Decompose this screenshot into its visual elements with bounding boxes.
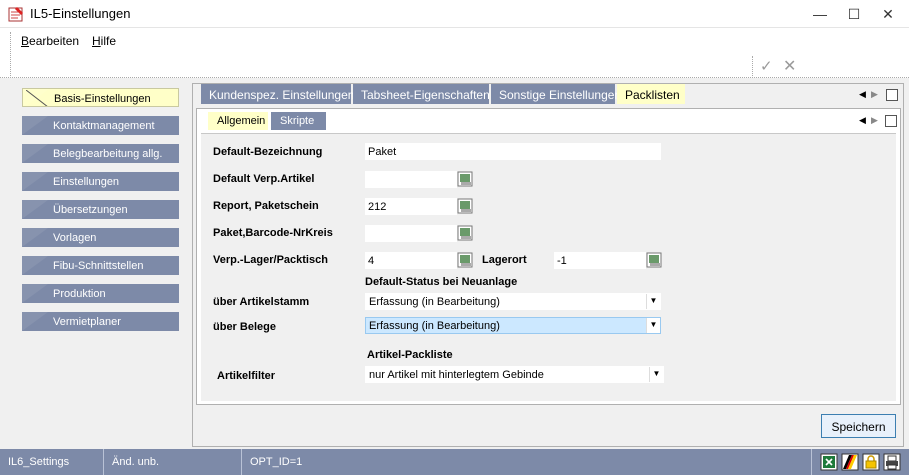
label-artikelfilter: Artikelfilter: [217, 370, 276, 382]
check-icon[interactable]: ✓: [760, 57, 773, 75]
input-default-bezeichnung[interactable]: [365, 143, 661, 160]
select-ueber-artikelstamm[interactable]: Erfassung (in Bearbeitung) ▼: [365, 293, 661, 310]
sidebar-item-basis-einstellungen[interactable]: Basis-Einstellungen: [22, 88, 179, 107]
label-lagerort: Lagerort: [482, 254, 527, 266]
tab-content: Allgemein Skripte ◀ ▶ Default-Bezeichnun…: [196, 108, 901, 405]
label-ueber-artikelstamm: über Artikelstamm: [213, 296, 310, 308]
form-area: Default-Bezeichnung Default Verp.Artikel…: [201, 133, 896, 401]
subtab-menu-icon[interactable]: [885, 115, 897, 127]
sidebar-item-vorlagen[interactable]: Vorlagen: [22, 228, 179, 247]
sidebar-item-fibu-schnittstellen[interactable]: Fibu-Schnittstellen: [22, 256, 179, 275]
input-default-verp-artikel[interactable]: [365, 171, 457, 188]
tab-sonstige[interactable]: Sonstige Einstellungen: [491, 84, 621, 104]
tab-skripte[interactable]: Skripte: [271, 112, 326, 130]
input-verp-lager[interactable]: [365, 252, 457, 269]
tab-packlisten[interactable]: Packlisten: [617, 84, 685, 104]
menu-hilfe[interactable]: Hilfe: [92, 34, 116, 48]
label-report-paketschein: Report, Paketschein: [213, 200, 319, 212]
subtab-scroll-left-icon[interactable]: ◀: [859, 115, 866, 126]
tab-scroll-left-icon[interactable]: ◀: [859, 89, 866, 100]
label-default-bezeichnung: Default-Bezeichnung: [213, 146, 323, 158]
picker-icon[interactable]: [457, 171, 473, 187]
dropdown-arrow-icon[interactable]: ▼: [646, 294, 660, 309]
tab-allgemein[interactable]: Allgemein: [208, 112, 268, 130]
input-paket-barcode[interactable]: [365, 225, 457, 242]
heading-default-status: Default-Status bei Neuanlage: [365, 276, 518, 288]
window-title: IL5-Einstellungen: [30, 6, 131, 21]
menu-grip: [10, 32, 11, 76]
tab-scroll-right-icon[interactable]: ▶: [871, 89, 878, 100]
select-artikelfilter[interactable]: nur Artikel mit hinterlegtem Gebinde ▼: [365, 366, 664, 383]
dropdown-arrow-icon[interactable]: ▼: [646, 318, 660, 333]
app-icon: [8, 7, 23, 22]
excel-icon[interactable]: [820, 453, 838, 471]
status-changed: Änd. unb.: [104, 449, 242, 475]
sidebar-item-einstellungen[interactable]: Einstellungen: [22, 172, 179, 191]
sidebar-item-belegbearbeitung[interactable]: Belegbearbeitung allg.: [22, 144, 179, 163]
tab-kundenspez[interactable]: Kundenspez. Einstellungen: [201, 84, 354, 104]
dropdown-arrow-icon[interactable]: ▼: [649, 367, 663, 382]
status-settings: IL6_Settings: [0, 449, 104, 475]
input-lagerort[interactable]: [554, 252, 646, 269]
cancel-icon[interactable]: ✕: [783, 56, 796, 76]
maximize-icon[interactable]: ☐: [837, 0, 871, 28]
lock-icon[interactable]: [862, 453, 880, 471]
toolbar: ✓ ✕: [0, 54, 909, 78]
label-verp-lager: Verp.-Lager/Packtisch: [213, 254, 328, 266]
label-paket-barcode: Paket,Barcode-NrKreis: [213, 227, 333, 239]
close-icon[interactable]: ✕: [871, 0, 905, 28]
picker-icon[interactable]: [646, 252, 662, 268]
main-panel: Kundenspez. Einstellungen Tabsheet-Eigen…: [192, 83, 904, 447]
label-ueber-belege: über Belege: [213, 321, 276, 333]
subtab-scroll-right-icon[interactable]: ▶: [871, 115, 878, 126]
toolbar-separator: [752, 56, 753, 76]
picker-icon[interactable]: [457, 225, 473, 241]
picker-icon[interactable]: [457, 252, 473, 268]
sidebar-item-kontaktmanagement[interactable]: Kontaktmanagement: [22, 116, 179, 135]
select-ueber-belege[interactable]: Erfassung (in Bearbeitung) ▼: [365, 317, 661, 334]
german-flag-icon[interactable]: [841, 453, 859, 471]
sidebar-marker-icon: [26, 90, 48, 106]
heading-artikel-packliste: Artikel-Packliste: [367, 349, 453, 361]
sidebar-item-uebersetzungen[interactable]: Übersetzungen: [22, 200, 179, 219]
sidebar-item-vermietplaner[interactable]: Vermietplaner: [22, 312, 179, 331]
label-default-verp-artikel: Default Verp.Artikel: [213, 173, 315, 185]
save-button[interactable]: Speichern: [821, 414, 896, 438]
tab-menu-icon[interactable]: [886, 89, 898, 101]
status-opt-id: OPT_ID=1: [242, 449, 812, 475]
printer-icon[interactable]: [883, 453, 901, 471]
status-bar: IL6_Settings Änd. unb. OPT_ID=1: [0, 449, 909, 475]
title-bar: IL5-Einstellungen — ☐ ✕: [0, 0, 909, 28]
menu-bar: Bearbeiten Hilfe: [0, 28, 909, 54]
picker-icon[interactable]: [457, 198, 473, 214]
menu-bearbeiten[interactable]: Bearbeiten: [21, 34, 79, 48]
input-report-paketschein[interactable]: [365, 198, 457, 215]
minimize-icon[interactable]: —: [803, 0, 837, 28]
tab-tabsheet[interactable]: Tabsheet-Eigenschaften: [353, 84, 490, 104]
sidebar-item-produktion[interactable]: Produktion: [22, 284, 179, 303]
